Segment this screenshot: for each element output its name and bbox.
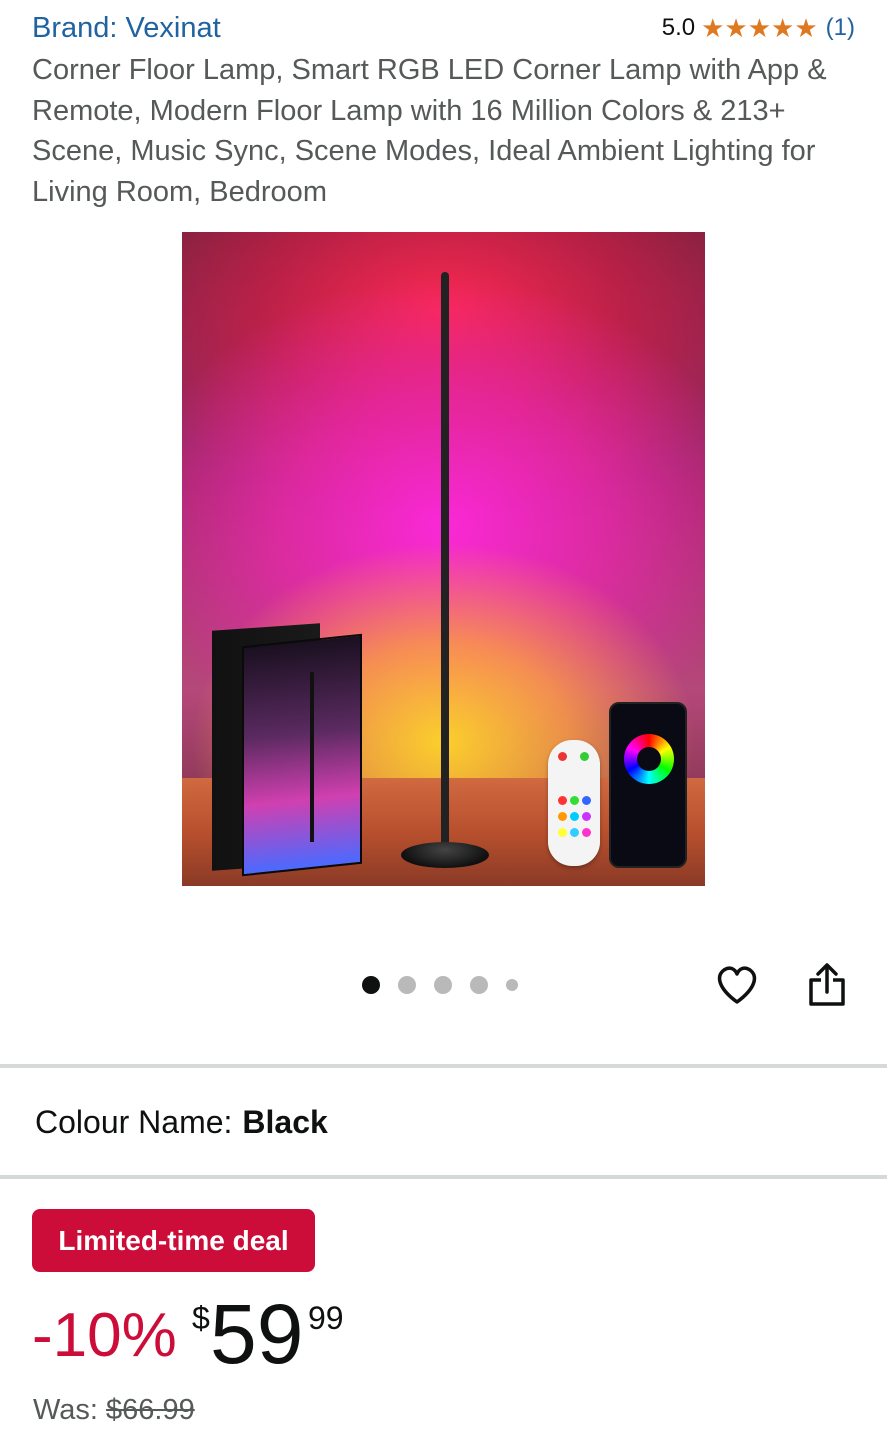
remote-button xyxy=(570,828,579,837)
remote-button xyxy=(582,812,591,821)
brand-rating-row: Brand: Vexinat 5.0 ★ ★ ★ ★ ★ (1) xyxy=(32,10,855,46)
lamp-pole xyxy=(441,272,449,847)
remote-button xyxy=(580,752,589,761)
deal-badge: Limited-time deal xyxy=(32,1209,315,1272)
box-front xyxy=(242,633,362,877)
discount-percentage: -10% xyxy=(32,1301,177,1370)
remote-button xyxy=(558,828,567,837)
divider xyxy=(0,1175,887,1179)
box-lamp-graphic xyxy=(310,672,314,842)
carousel-dot[interactable] xyxy=(434,976,452,994)
price-currency: $ xyxy=(192,1300,210,1336)
share-button[interactable] xyxy=(802,960,852,1010)
remote-button xyxy=(570,812,579,821)
color-wheel xyxy=(624,734,674,784)
carousel-dot[interactable] xyxy=(506,979,518,991)
star-icon: ★ xyxy=(701,13,725,43)
product-image[interactable] xyxy=(182,232,705,886)
rating-summary[interactable]: 5.0 ★ ★ ★ ★ ★ (1) xyxy=(662,14,855,42)
carousel-dot[interactable] xyxy=(362,976,380,994)
star-rating: ★ ★ ★ ★ ★ xyxy=(701,15,818,41)
lamp-base xyxy=(401,842,489,868)
heart-icon xyxy=(717,966,757,1004)
remote-button xyxy=(558,812,567,821)
remote-button xyxy=(558,796,567,805)
wishlist-button[interactable] xyxy=(712,960,762,1010)
colour-label: Colour Name: xyxy=(35,1104,233,1140)
remote-button xyxy=(582,796,591,805)
divider xyxy=(0,1064,887,1068)
remote-button xyxy=(558,752,567,761)
colour-selection: Colour Name: Black xyxy=(35,1104,328,1141)
price-fraction: 99 xyxy=(308,1300,344,1336)
star-icon: ★ xyxy=(747,13,772,43)
carousel-dot[interactable] xyxy=(398,976,416,994)
carousel-dot[interactable] xyxy=(470,976,488,994)
product-title: Corner Floor Lamp, Smart RGB LED Corner … xyxy=(32,54,827,208)
remote-button xyxy=(570,796,579,805)
share-icon xyxy=(809,963,845,1006)
colour-value: Black xyxy=(242,1104,328,1140)
image-carousel-dots xyxy=(362,976,536,994)
price-whole: 59 xyxy=(210,1287,304,1381)
rating-value: 5.0 xyxy=(661,14,696,41)
was-label: Was: xyxy=(33,1394,98,1426)
brand-link[interactable]: Brand: Vexinat xyxy=(32,12,221,45)
phone-app xyxy=(609,702,687,868)
star-icon: ★ xyxy=(724,13,748,43)
remote-control xyxy=(548,740,600,866)
review-count-link[interactable]: (1) xyxy=(826,14,855,42)
remote-button xyxy=(582,828,591,837)
star-icon: ★ xyxy=(794,13,818,43)
was-price-row: Was: $66.99 xyxy=(33,1394,195,1427)
star-icon: ★ xyxy=(771,13,795,43)
was-price: $66.99 xyxy=(106,1394,195,1426)
